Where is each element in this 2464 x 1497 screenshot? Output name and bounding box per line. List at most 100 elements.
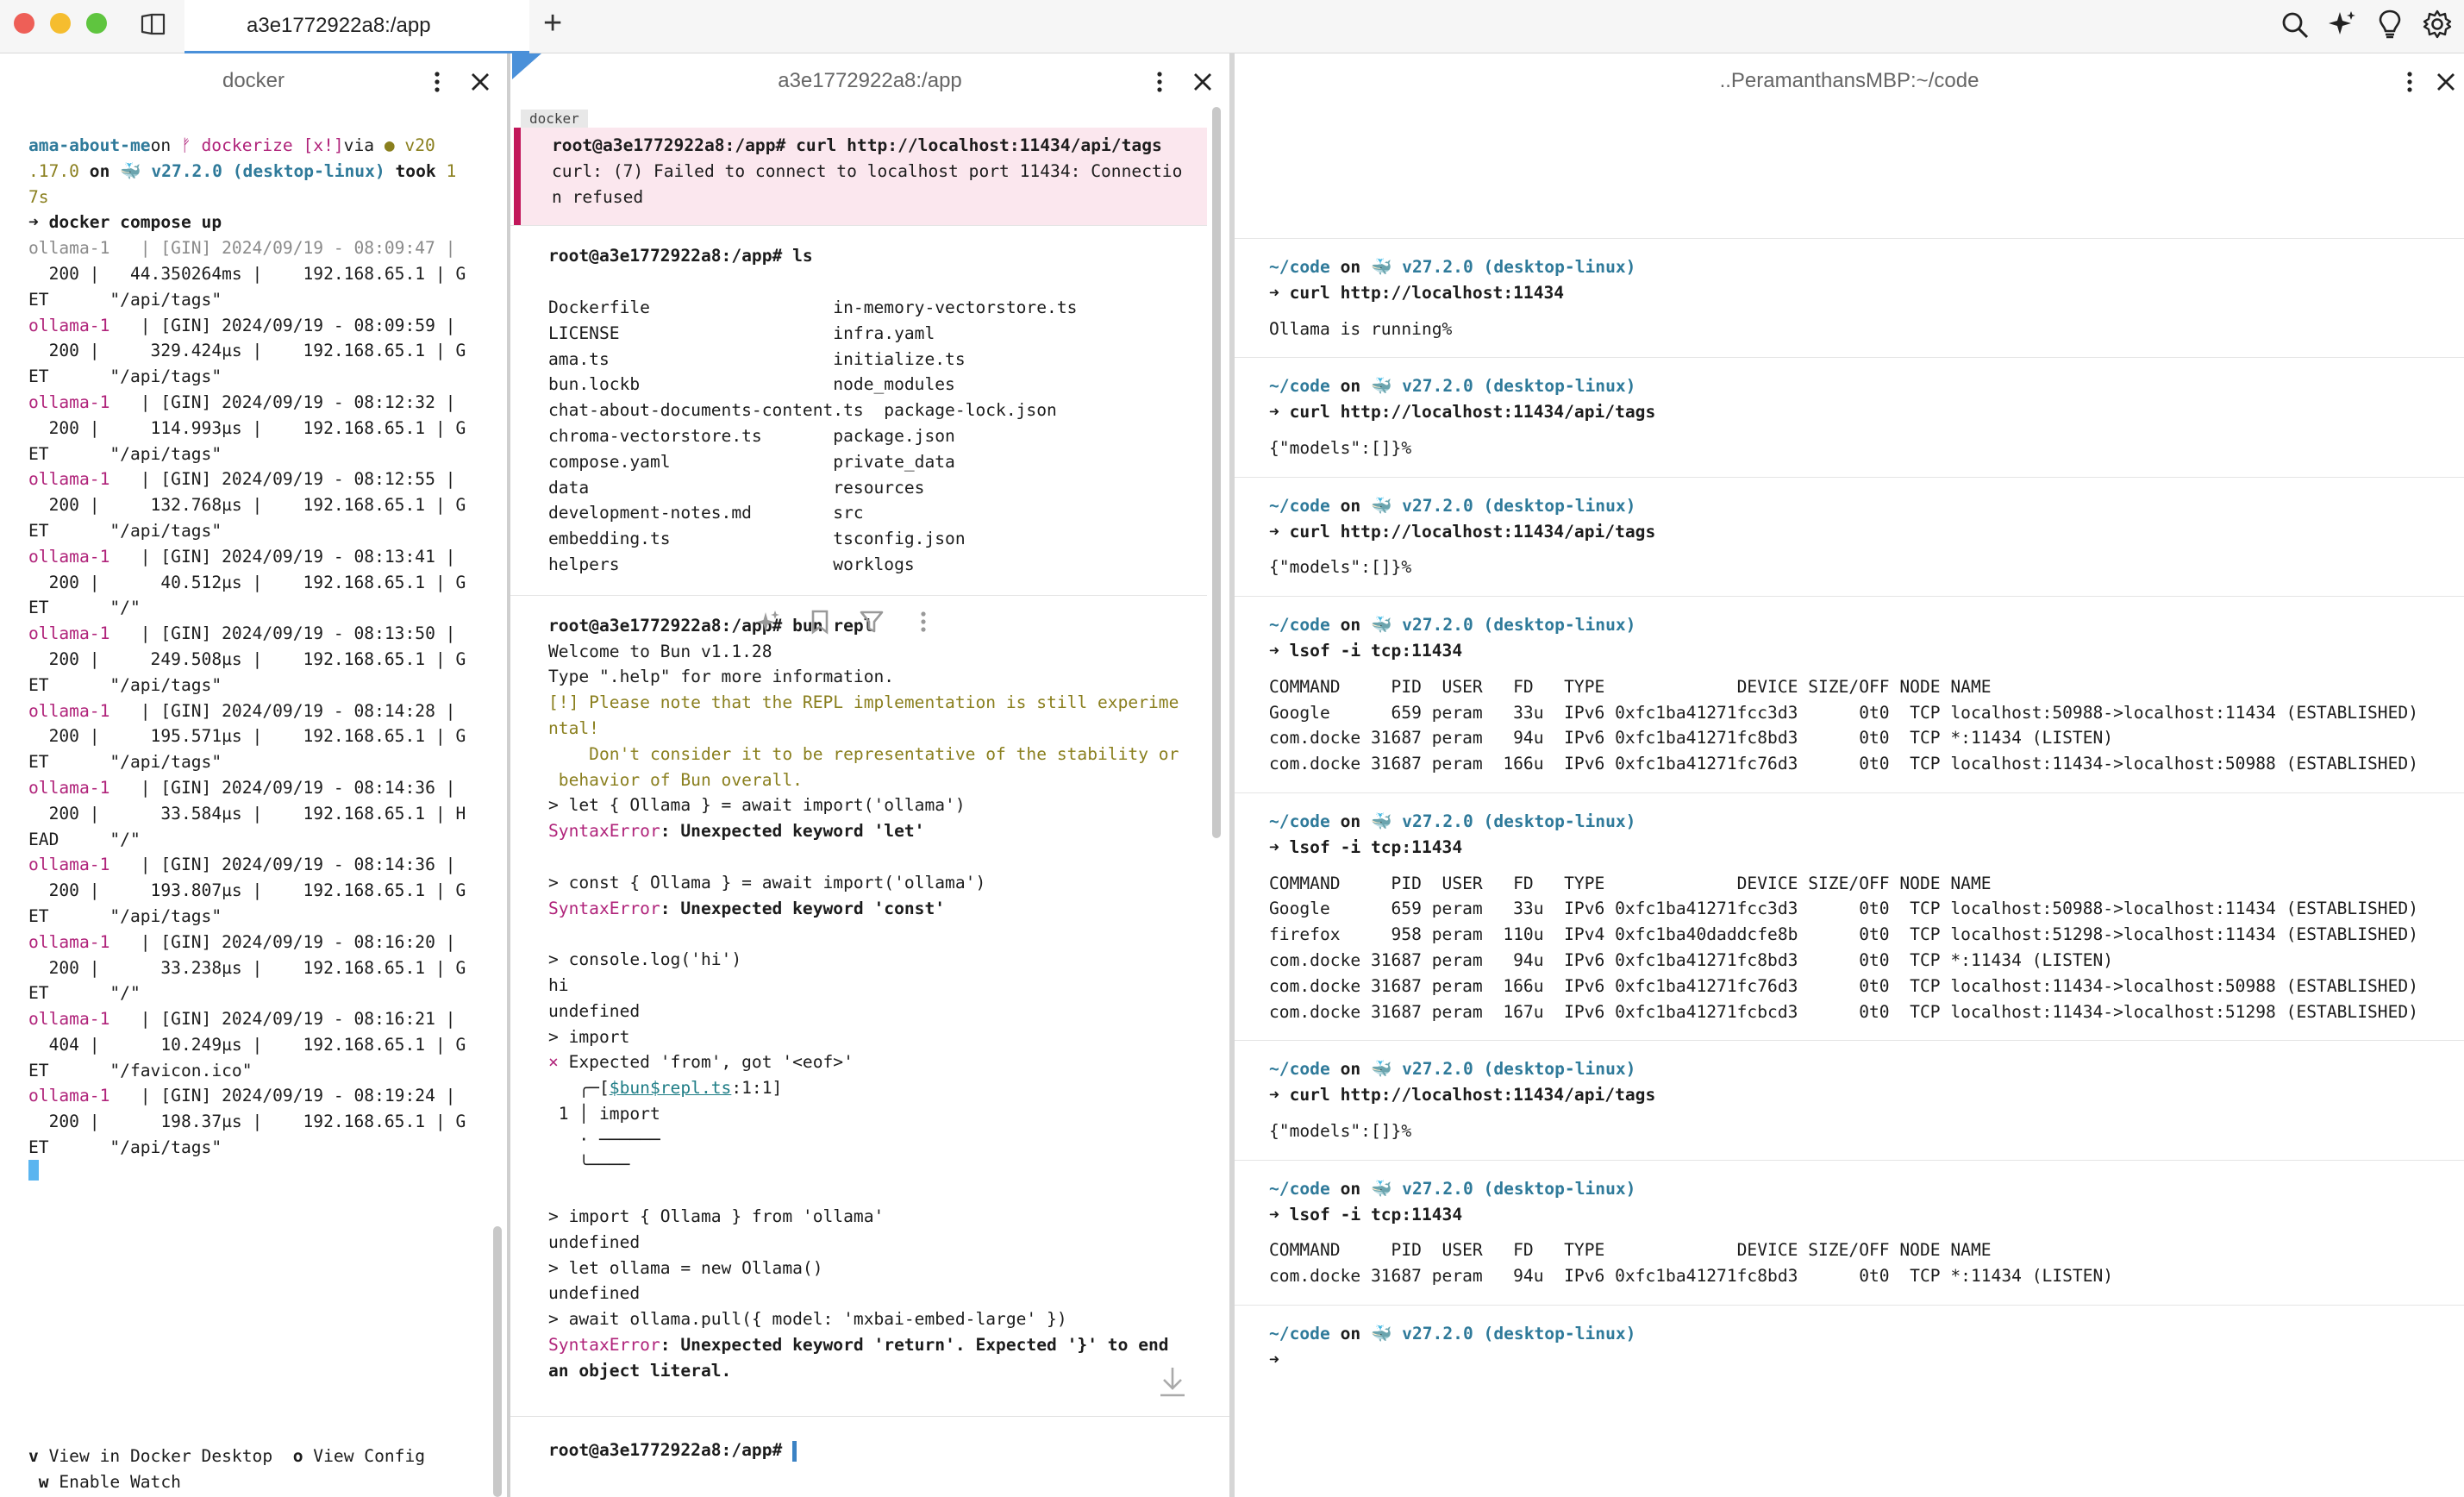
terminal-line: > let { Ollama } = await import('ollama'… xyxy=(548,795,966,816)
command-block[interactable]: ~/code on 🐳 v27.2.0 (desktop-linux) ➜ lso… xyxy=(1235,596,2464,792)
terminal-output: ama-about-meon ᚠ dockerize [x!]via ● v20… xyxy=(28,133,507,1161)
output-line: firefox 958 peram 110u IPv4 0xfc1ba40dad… xyxy=(1269,924,2418,945)
command-block[interactable]: ~/code on 🐳 v27.2.0 (desktop-linux) ➜ cur… xyxy=(1235,357,2464,476)
left-pane[interactable]: docker ama-about-meon ᚠ dockerize [x!]vi… xyxy=(0,53,507,1497)
output-line: com.docke 31687 peram 166u IPv6 0xfc1ba4… xyxy=(1269,975,2418,996)
terminal-line: ET "/api/tags" xyxy=(28,366,222,387)
bookmark-icon[interactable] xyxy=(807,609,833,635)
middle-pane[interactable]: a3e1772922a8:/app docker root@a3e1772922… xyxy=(510,53,1229,1497)
more-menu-icon[interactable] xyxy=(910,609,936,635)
terminal-line: 200 | 193.807µs | 192.168.65.1 | G xyxy=(28,880,466,901)
shortcut-line[interactable]: v View in Docker Desktop o View Config xyxy=(28,1444,507,1469)
terminal-line: ntal! xyxy=(548,717,599,738)
terminal-line: > import { Ollama } from 'ollama' xyxy=(548,1206,885,1227)
command-line: ➜ curl http://localhost:11434/api/tags xyxy=(1269,402,1656,423)
terminal-line: × Expected 'from', got '<eof>' xyxy=(548,1052,854,1073)
command-line: ➜ curl http://localhost:11434/api/tags xyxy=(1269,1085,1656,1106)
command-line: ➜ lsof -i tcp:11434 xyxy=(1269,640,1463,661)
cursor xyxy=(792,1440,797,1462)
shortcut-line[interactable]: w Enable Watch xyxy=(28,1469,507,1495)
output-line: COMMAND PID USER FD TYPE DEVICE SIZE/OFF… xyxy=(1269,873,1992,893)
terminal-line: > console.log('hi') xyxy=(548,949,742,970)
gear-icon[interactable] xyxy=(2423,9,2452,39)
terminal-line: Dockerfile in-memory-vectorstore.ts xyxy=(548,297,1078,317)
terminal-line: undefined xyxy=(548,1283,641,1304)
terminal-line: ollama-1 | [GIN] 2024/09/19 - 08:12:55 | xyxy=(28,469,456,490)
maximize-window-button[interactable] xyxy=(86,13,107,34)
compose-shortcuts: v View in Docker Desktop o View Config w… xyxy=(28,1444,507,1495)
command-input[interactable]: ➜ xyxy=(1269,1347,2464,1373)
terminal-line: behavior of Bun overall. xyxy=(548,769,803,790)
terminal-line: ollama-1 | [GIN] 2024/09/19 - 08:14:36 | xyxy=(28,777,456,798)
terminal-line: ollama-1 | [GIN] 2024/09/19 - 08:16:21 | xyxy=(28,1009,456,1030)
more-menu-icon[interactable] xyxy=(426,71,448,93)
terminal-line: · ────── xyxy=(548,1129,660,1149)
terminal-line: SyntaxError: Unexpected keyword 'let' xyxy=(548,821,925,842)
terminal-line: ollama-1 | [GIN] 2024/09/19 - 08:13:41 | xyxy=(28,546,456,567)
pane-header: ..PeramanthansMBP:~/code xyxy=(1235,53,2464,109)
output-line: Google 659 peram 33u IPv6 0xfc1ba41271fc… xyxy=(1269,702,2418,723)
command-block[interactable]: ~/code on 🐳 v27.2.0 (desktop-linux) ➜ lso… xyxy=(1235,1159,2464,1305)
lightbulb-icon[interactable] xyxy=(2377,9,2403,40)
terminal-line: EAD "/" xyxy=(28,829,141,849)
terminal-line: undefined xyxy=(548,1000,641,1021)
terminal-line: > let ollama = new Ollama() xyxy=(548,1257,823,1278)
terminal-line: ollama-1 | [GIN] 2024/09/19 - 08:12:32 | xyxy=(28,391,456,412)
output-line: {"models":[]}% xyxy=(1269,557,1412,578)
command-block[interactable]: ~/code on 🐳 v27.2.0 (desktop-linux) ➜ cur… xyxy=(1235,238,2464,357)
command-block[interactable]: ~/code on 🐳 v27.2.0 (desktop-linux) ➜ cur… xyxy=(1235,476,2464,596)
terminal-line: ET "/api/tags" xyxy=(28,443,222,464)
ai-sparkle-icon[interactable] xyxy=(2328,9,2357,39)
terminal-line: embedding.ts tsconfig.json xyxy=(548,529,966,549)
tab-active[interactable]: a3e1772922a8:/app xyxy=(184,0,529,53)
terminal-line: 200 | 198.37µs | 192.168.65.1 | G xyxy=(28,1112,466,1132)
ai-sparkle-icon[interactable] xyxy=(755,609,781,635)
terminal-line: > const { Ollama } = await import('ollam… xyxy=(548,872,986,893)
close-window-button[interactable] xyxy=(14,13,34,34)
prompt-context: ~/code on 🐳 v27.2.0 (desktop-linux) xyxy=(1269,1059,1636,1080)
scroll-to-bottom-icon[interactable] xyxy=(1157,1364,1188,1399)
pane-title: ..PeramanthansMBP:~/code xyxy=(1719,69,1979,92)
prompt-context: ~/code on 🐳 v27.2.0 (desktop-linux) xyxy=(1269,495,1636,516)
terminal-line: curl: (7) Failed to connect to localhost… xyxy=(552,160,1183,181)
terminal-line: ollama-1 | [GIN] 2024/09/19 - 08:13:50 | xyxy=(28,623,456,644)
terminal-line: ET "/api/tags" xyxy=(28,752,222,773)
terminal-line: .17.0 on 🐳 v27.2.0 (desktop-linux) took … xyxy=(28,160,457,181)
search-icon[interactable] xyxy=(2280,10,2310,40)
close-pane-icon[interactable] xyxy=(1191,71,1214,93)
command-blocks: root@a3e1772922a8:/app# curl http://loca… xyxy=(510,128,1207,1401)
close-pane-icon[interactable] xyxy=(2435,71,2457,93)
command-line: ➜ lsof -i tcp:11434 xyxy=(1269,1204,1463,1225)
command-block[interactable]: root@a3e1772922a8:/app# bun repl Welcome … xyxy=(510,594,1207,1401)
more-menu-icon[interactable] xyxy=(1148,71,1171,93)
filter-icon[interactable] xyxy=(859,609,885,635)
terminal-line: an object literal. xyxy=(548,1360,732,1381)
output-line: COMMAND PID USER FD TYPE DEVICE SIZE/OFF… xyxy=(1269,676,1992,697)
command-block[interactable]: root@a3e1772922a8:/app# ls Dockerfile in… xyxy=(510,225,1207,594)
terminal-line: 404 | 10.249µs | 192.168.65.1 | G xyxy=(28,1034,466,1055)
more-menu-icon[interactable] xyxy=(2398,71,2421,93)
sidebar-toggle-icon[interactable] xyxy=(140,12,167,36)
terminal-line: ET "/api/tags" xyxy=(28,1137,222,1158)
output-line: {"models":[]}% xyxy=(1269,1120,1412,1141)
terminal-line: ╰──── xyxy=(548,1155,630,1175)
scrollbar[interactable] xyxy=(493,1226,502,1497)
new-tab-button[interactable]: + xyxy=(543,5,562,42)
command-line: ➜ curl http://localhost:11434/api/tags xyxy=(1269,521,1656,542)
command-input[interactable]: root@a3e1772922a8:/app# xyxy=(548,1437,1229,1463)
minimize-window-button[interactable] xyxy=(50,13,71,34)
terminal-line: ET "/" xyxy=(28,983,141,1004)
error-command-block[interactable]: root@a3e1772922a8:/app# curl http://loca… xyxy=(514,128,1207,226)
terminal-line: 200 | 114.993µs | 192.168.65.1 | G xyxy=(28,417,466,438)
output-line: com.docke 31687 peram 94u IPv6 0xfc1ba41… xyxy=(1269,949,2114,970)
close-pane-icon[interactable] xyxy=(469,71,491,93)
scrollbar[interactable] xyxy=(1212,107,1221,838)
command-block[interactable]: ~/code on 🐳 v27.2.0 (desktop-linux) ➜ cur… xyxy=(1235,1040,2464,1159)
terminal-line: ama-about-meon ᚠ dockerize [x!]via ● v20 xyxy=(28,135,435,155)
prompt-context: ~/code on 🐳 v27.2.0 (desktop-linux) xyxy=(1269,376,1636,397)
terminal-line: 200 | 195.571µs | 192.168.65.1 | G xyxy=(28,726,466,747)
command-block[interactable]: ~/code on 🐳 v27.2.0 (desktop-linux) ➜ lso… xyxy=(1235,792,2464,1040)
active-prompt[interactable]: ~/code on 🐳 v27.2.0 (desktop-linux) ➜ xyxy=(1235,1304,2464,1388)
right-pane[interactable]: ..PeramanthansMBP:~/code ~/code on 🐳 v27… xyxy=(1235,53,2464,1497)
